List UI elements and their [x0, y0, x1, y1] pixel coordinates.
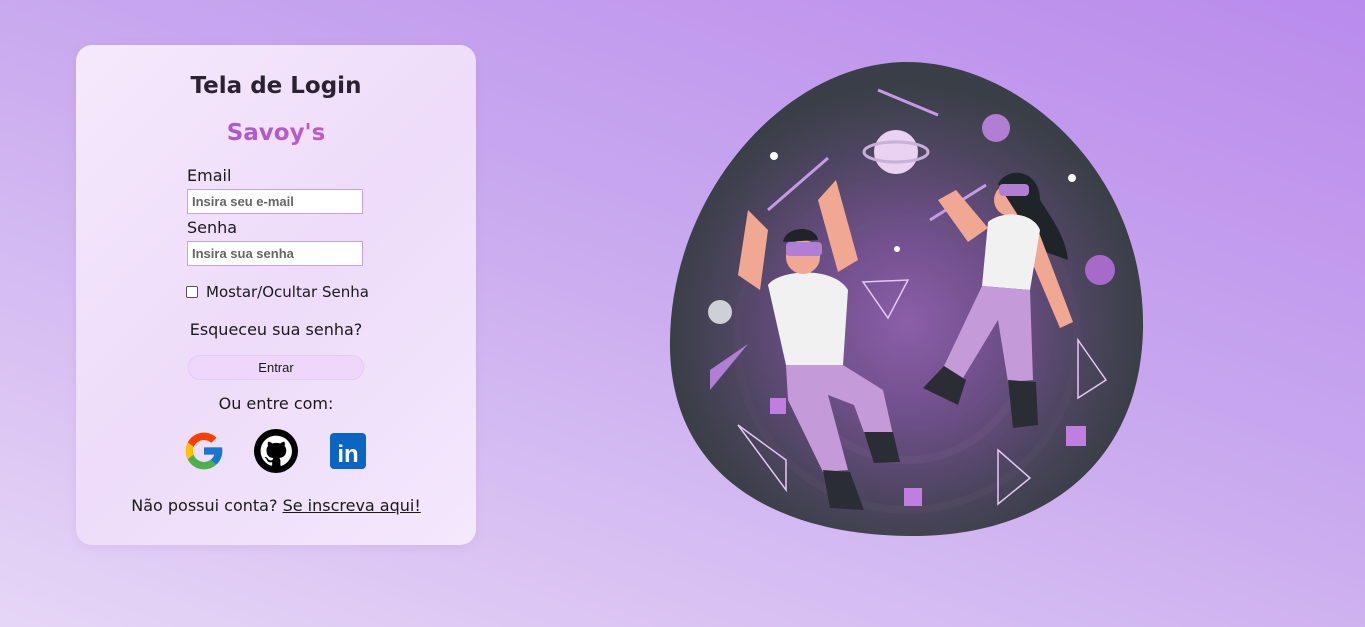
page-title: Tela de Login: [190, 73, 362, 99]
forgot-password-link[interactable]: Esqueceu sua senha?: [76, 320, 476, 339]
google-icon: [185, 432, 223, 470]
vr-space-illustration: [669, 62, 1144, 537]
show-password-checkbox[interactable]: [186, 286, 198, 298]
show-password-toggle[interactable]: Mostar/Ocultar Senha: [186, 283, 369, 301]
signup-link[interactable]: Se inscreva aqui!: [283, 496, 421, 515]
password-field[interactable]: [187, 241, 363, 266]
google-login-button[interactable]: [182, 429, 226, 473]
social-login-prompt: Ou entre com:: [218, 394, 334, 413]
linkedin-icon: in: [330, 433, 366, 469]
svg-text:in: in: [337, 441, 358, 468]
signup-row: Não possui conta? Se inscreva aqui!: [76, 496, 476, 515]
email-label: Email: [187, 166, 232, 185]
github-icon: [254, 429, 298, 473]
signup-prompt: Não possui conta?: [131, 496, 283, 515]
brand-name: Savoy's: [76, 120, 476, 146]
show-password-label: Mostar/Ocultar Senha: [206, 283, 369, 301]
email-field[interactable]: [187, 189, 363, 214]
github-login-button[interactable]: [254, 429, 298, 473]
password-label: Senha: [187, 218, 238, 237]
login-button[interactable]: Entrar: [188, 355, 364, 380]
login-card: Tela de Login Savoy's Email Senha Mostar…: [76, 45, 476, 545]
linkedin-login-button[interactable]: in: [326, 429, 370, 473]
